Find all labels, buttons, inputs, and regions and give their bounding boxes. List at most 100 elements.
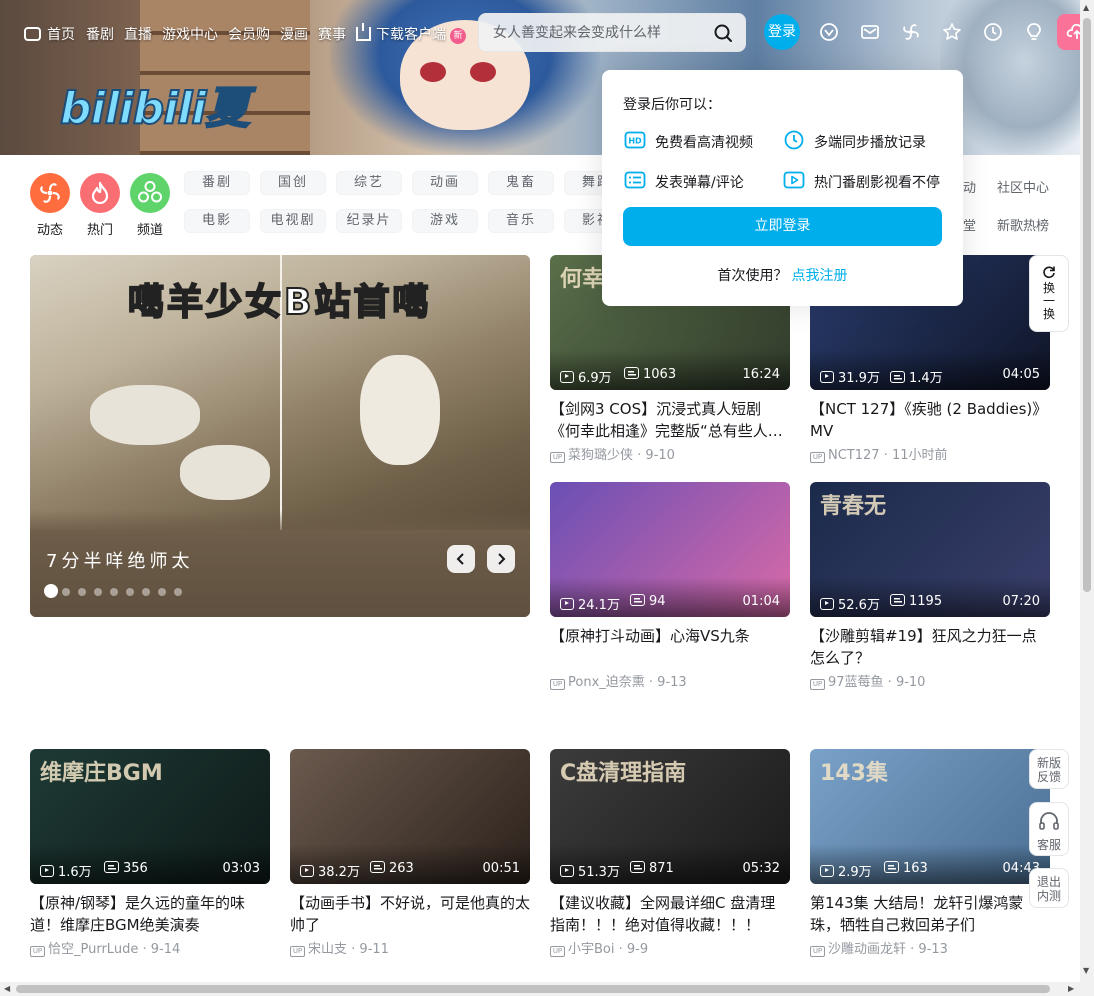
tag-kichiku[interactable]: 鬼畜	[488, 171, 554, 195]
carousel-dot[interactable]	[44, 584, 58, 598]
tag-anime[interactable]: 番剧	[184, 171, 250, 195]
scroll-down-arrow[interactable]: ▼	[1083, 966, 1089, 975]
video-thumbnail[interactable]: 青春无 52.6万 1195 07:20	[810, 482, 1050, 617]
benefit-danmaku: 发表弹幕/评论	[624, 171, 744, 192]
uploader-name[interactable]: 宋山支	[308, 942, 347, 957]
link-class[interactable]: 堂	[963, 215, 976, 234]
vertical-scroll-thumb[interactable]	[1083, 18, 1091, 592]
carousel-dot[interactable]	[110, 588, 118, 596]
scroll-up-arrow[interactable]: ▲	[1083, 3, 1089, 12]
tag-animation[interactable]: 动画	[412, 171, 478, 195]
uploader-name[interactable]: 菜狗璐少侠	[568, 448, 633, 463]
uploader-name[interactable]: Ponx_迫奈熏	[568, 675, 645, 690]
tag-music[interactable]: 音乐	[488, 209, 554, 233]
login-now-button[interactable]: 立即登录	[623, 207, 942, 246]
top-nav: 首页 番剧 直播 游戏中心 会员购 漫画 赛事 下载客户端新 登录	[0, 0, 1094, 64]
video-title[interactable]: 【原神/钢琴】是久远的童年的味道！维摩庄BGM绝美演奏	[30, 892, 270, 936]
carousel[interactable]: 噶羊少女B站首噶 7分半咩绝师太	[30, 255, 530, 617]
channel-label: 频道	[136, 223, 163, 238]
video-title[interactable]: 【NCT 127】《疾驰 (2 Baddies)》MV	[810, 398, 1050, 442]
video-card[interactable]: C盘清理指南 51.3万 871 05:32 【建议收藏】全网最详细C 盘清理指南！！！…	[550, 749, 790, 957]
uploader-name[interactable]: NCT127	[828, 448, 880, 463]
vertical-scrollbar[interactable]: ▲ ▼	[1080, 0, 1094, 996]
tag-documentary[interactable]: 纪录片	[336, 209, 402, 233]
link-community-center[interactable]: 社区中心	[997, 177, 1049, 196]
favorite-star-icon[interactable]	[942, 22, 962, 42]
register-link[interactable]: 点我注册	[792, 268, 848, 284]
video-title[interactable]: 【动画手书】不好说，可是他真的太帅了	[290, 892, 530, 936]
search-button[interactable]	[711, 22, 735, 44]
carousel-dot[interactable]	[94, 588, 102, 596]
vip-icon[interactable]	[819, 22, 839, 42]
channel-label: 动态	[36, 223, 63, 238]
nav-esports[interactable]: 赛事	[318, 24, 346, 44]
video-card[interactable]: 143集 2.9万 163 04:43 第143集 大结局！龙轩引爆鸿蒙珠，牺牲自己救回…	[810, 749, 1050, 957]
scroll-right-arrow[interactable]: ▶	[1068, 984, 1074, 993]
nav-game-center[interactable]: 游戏中心	[162, 24, 218, 44]
tag-movie[interactable]: 电影	[184, 209, 250, 233]
channel-dynamic[interactable]: 动态	[30, 173, 70, 238]
video-title[interactable]: 【原神打斗动画】心海VS九条	[550, 625, 790, 669]
carousel-dot[interactable]	[78, 588, 86, 596]
nav-download-client[interactable]: 下载客户端新	[356, 23, 466, 44]
nav-mall[interactable]: 会员购	[228, 24, 270, 44]
video-thumbnail[interactable]: 38.2万 263 00:51	[290, 749, 530, 884]
video-title[interactable]: 【沙雕剪辑#19】狂风之力狂一点怎么了？	[810, 625, 1050, 669]
video-title[interactable]: 【剑网3 COS】沉浸式真人短剧《何幸此相逢》完整版“总有些人…	[550, 398, 790, 442]
channel-channels[interactable]: 频道	[130, 173, 170, 238]
customer-service-button[interactable]: 客服	[1029, 802, 1069, 856]
nav-home[interactable]: 首页	[24, 24, 75, 44]
tag-guochuang[interactable]: 国创	[260, 171, 326, 195]
video-card[interactable]: 38.2万 263 00:51 【动画手书】不好说，可是他真的太帅了 UP 宋山支 · 9…	[290, 749, 530, 957]
video-title[interactable]: 第143集 大结局！龙轩引爆鸿蒙珠，牺牲自己救回弟子们	[810, 892, 1050, 936]
video-title[interactable]: 【建议收藏】全网最详细C 盘清理指南！！！绝对值得收藏！！！	[550, 892, 790, 936]
channel-hot[interactable]: 热门	[80, 173, 120, 238]
tag-game[interactable]: 游戏	[412, 209, 478, 233]
uploader-name[interactable]: 小宇Boi	[568, 942, 614, 957]
new-version-feedback-button[interactable]: 新版反馈	[1029, 749, 1069, 789]
uploader-name[interactable]: 沙雕动画龙轩	[828, 942, 906, 957]
nav-anime[interactable]: 番剧	[86, 24, 114, 44]
carousel-dot[interactable]	[62, 588, 70, 596]
video-thumbnail[interactable]: 24.1万 94 01:04	[550, 482, 790, 617]
creation-bulb-icon[interactable]	[1024, 22, 1044, 42]
link-new-songs-chart[interactable]: 新歌热榜	[997, 215, 1049, 234]
tag-variety[interactable]: 综艺	[336, 171, 402, 195]
message-icon[interactable]	[860, 22, 880, 42]
uploader-name[interactable]: 恰空_PurrLude	[48, 942, 138, 957]
horizontal-scroll-thumb[interactable]	[16, 985, 1050, 993]
carousel-dot[interactable]	[142, 588, 150, 596]
upload-date: 9-10	[895, 675, 926, 690]
nav-manga[interactable]: 漫画	[280, 24, 308, 44]
carousel-next-button[interactable]	[487, 545, 515, 573]
refresh-button[interactable]: 换一换	[1029, 255, 1069, 332]
history-clock-icon[interactable]	[983, 22, 1003, 42]
carousel-title[interactable]: 7分半咩绝师太	[46, 547, 193, 573]
login-avatar-button[interactable]: 登录	[764, 14, 800, 50]
bilibili-logo[interactable]: bilibili夏	[59, 72, 250, 136]
carousel-dot[interactable]	[126, 588, 134, 596]
carousel-dot[interactable]	[158, 588, 166, 596]
search-input[interactable]	[493, 23, 693, 43]
video-thumbnail[interactable]: 143集 2.9万 163 04:43	[810, 749, 1050, 884]
thumbnail-text: 维摩庄BGM	[40, 761, 163, 786]
video-thumbnail[interactable]: 维摩庄BGM 1.6万 356 03:03	[30, 749, 270, 884]
carousel-prev-button[interactable]	[447, 545, 475, 573]
exit-beta-button[interactable]: 退出内测	[1029, 868, 1069, 908]
tag-tv-series[interactable]: 电视剧	[260, 209, 326, 233]
video-card[interactable]: 24.1万 94 01:04 【原神打斗动画】心海VS九条 UP Ponx_迫奈熏 · 9…	[550, 482, 790, 690]
benefit-hd: HD 免费看高清视频	[624, 131, 753, 152]
link-activity[interactable]: 动	[963, 177, 976, 196]
dynamic-icon[interactable]	[901, 22, 921, 42]
video-thumbnail[interactable]: C盘清理指南 51.3万 871 05:32	[550, 749, 790, 884]
video-card[interactable]: 青春无 52.6万 1195 07:20 【沙雕剪辑#19】狂风之力狂一点怎么了？ UP 9…	[810, 482, 1050, 690]
danmaku-count: 356	[123, 861, 148, 876]
carousel-caption: 噶羊少女B站首噶	[127, 281, 432, 324]
nav-live[interactable]: 直播	[124, 24, 152, 44]
scroll-left-arrow[interactable]: ◀	[4, 984, 10, 993]
video-card[interactable]: 维摩庄BGM 1.6万 356 03:03 【原神/钢琴】是久远的童年的味道！维摩庄BG…	[30, 749, 270, 957]
video-stats: 1.6万 356 03:03	[40, 861, 260, 880]
uploader-name[interactable]: 97蓝莓鱼	[828, 675, 884, 690]
horizontal-scrollbar[interactable]: ◀ ▶	[0, 982, 1080, 996]
carousel-dot[interactable]	[174, 588, 182, 596]
